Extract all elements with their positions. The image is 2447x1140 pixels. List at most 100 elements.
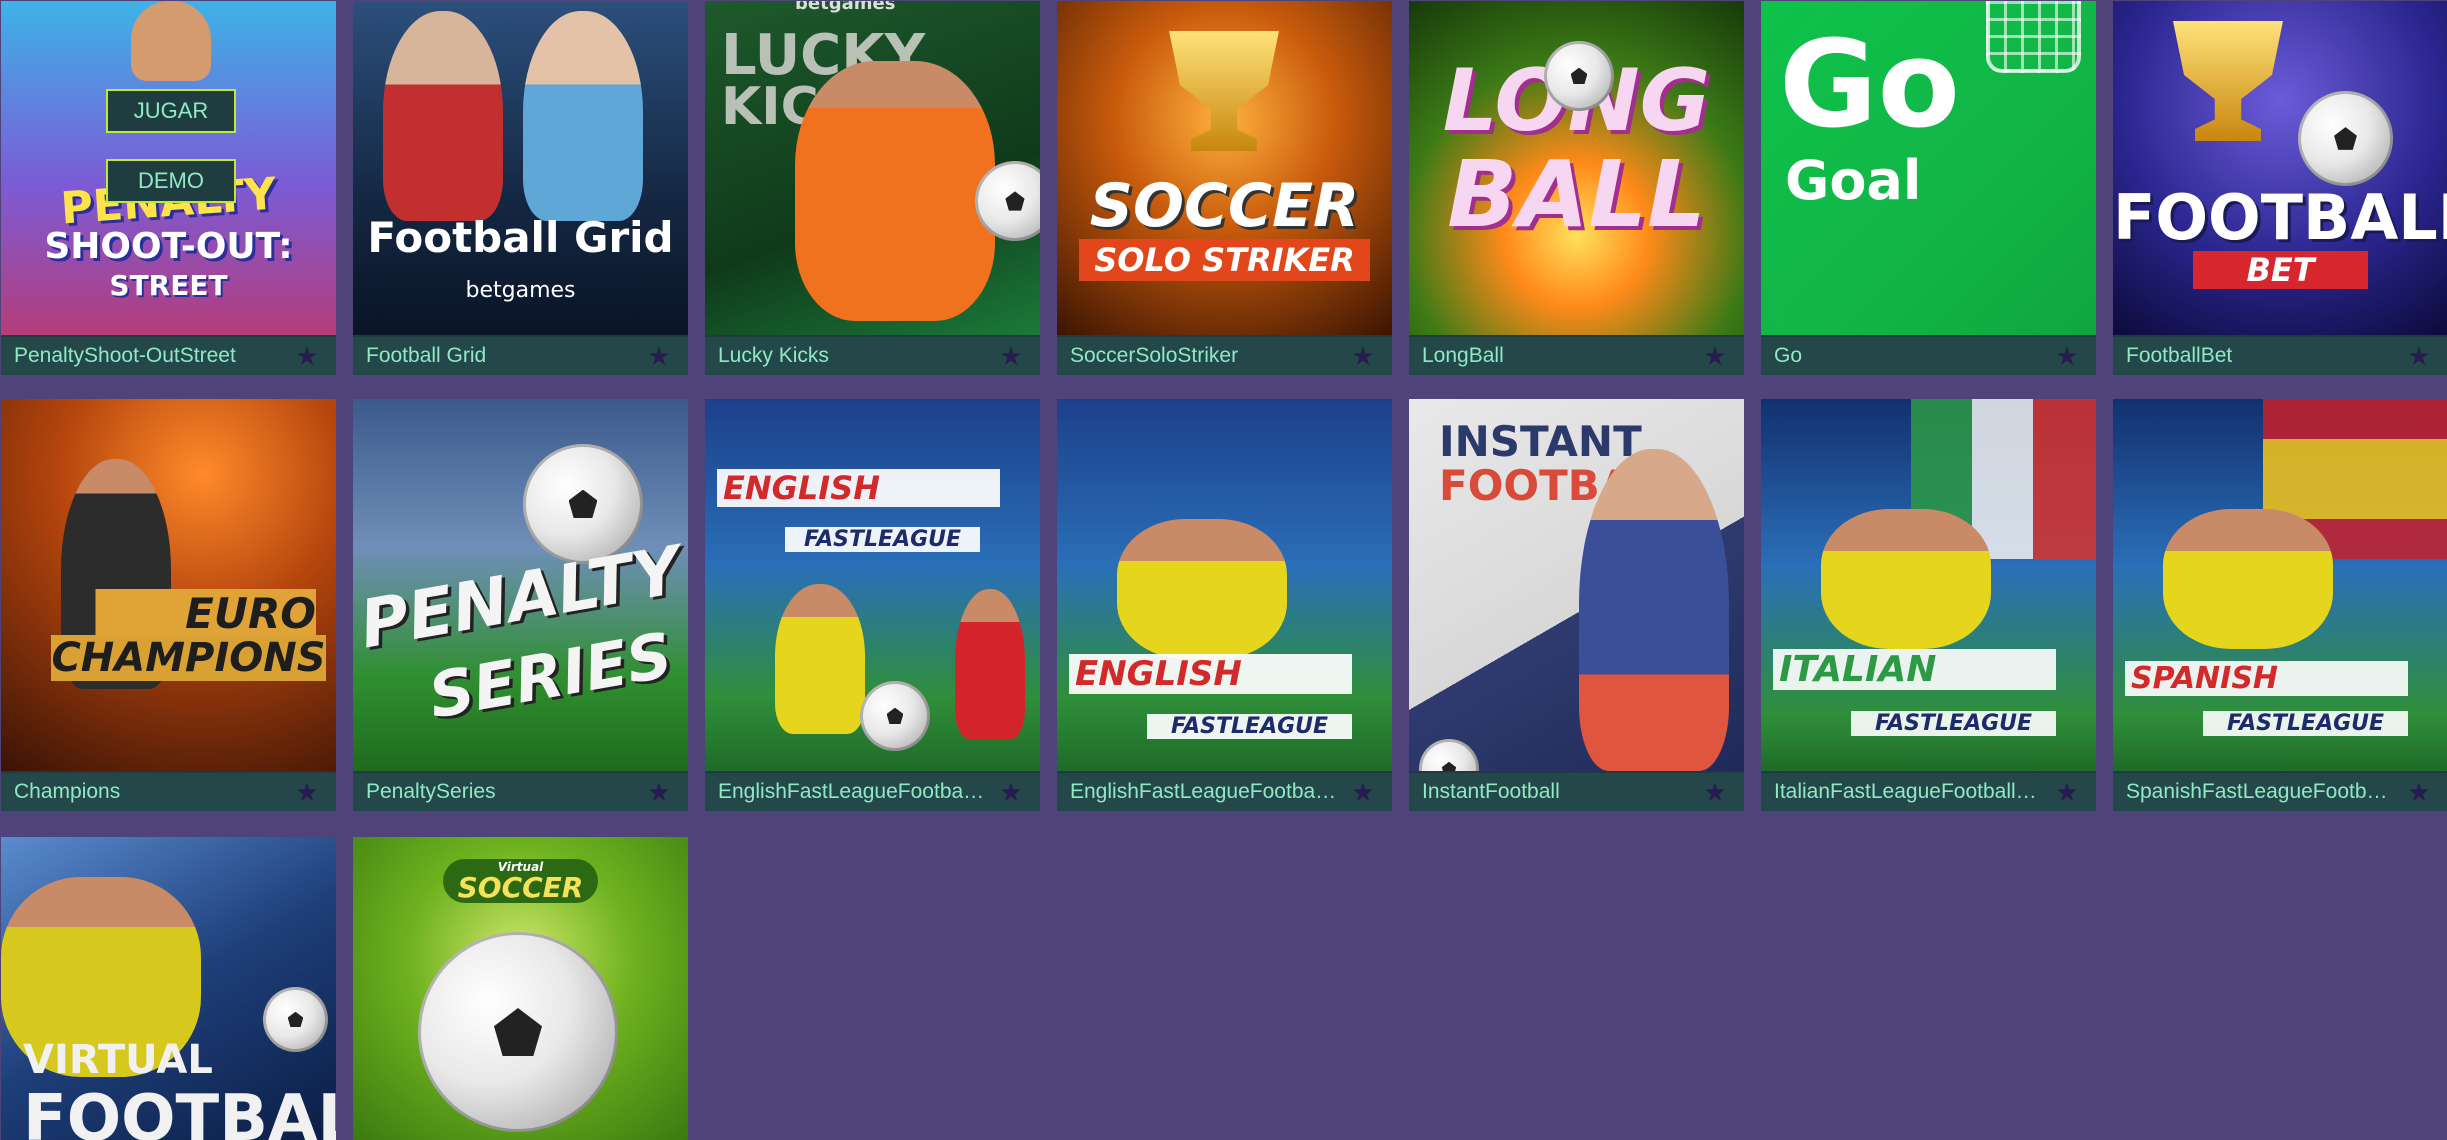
player-figure	[1821, 509, 1991, 649]
game-label-bar: SpanishFastLeagueFootb… ★	[2113, 773, 2447, 811]
game-art-title: SPANISH	[2125, 661, 2408, 696]
game-thumbnail[interactable]: SPANISH FASTLEAGUE	[2113, 399, 2447, 771]
game-thumbnail[interactable]: ENGLISH FASTLEAGUE	[1057, 399, 1392, 771]
game-label-bar: FootballBet ★	[2113, 337, 2447, 375]
game-card-virtual-soccer[interactable]: Virtual SOCCER	[353, 837, 688, 1140]
game-art-title: SOCCER	[457, 871, 584, 904]
game-grid: PENALTY SHOOT-OUT: STREET JUGAR DEMO Pen…	[0, 0, 2447, 1140]
game-label-bar: PenaltySeries ★	[353, 773, 688, 811]
game-art-title: FOOTBALL	[2113, 181, 2447, 254]
demo-button[interactable]: DEMO	[106, 159, 236, 203]
game-thumbnail[interactable]: Football Grid betgames	[353, 1, 688, 335]
game-label-bar: Champions ★	[1, 773, 336, 811]
game-name: ItalianFastLeagueFootball…	[1774, 780, 2037, 803]
game-thumbnail[interactable]: Virtual SOCCER	[353, 837, 688, 1140]
game-thumbnail[interactable]: PENALTY SHOOT-OUT: STREET JUGAR DEMO	[1, 1, 336, 335]
game-art-subtitle: SHOOT-OUT:	[44, 226, 293, 267]
game-label-bar: EnglishFastLeagueFootbal… ★	[1057, 773, 1392, 811]
star-icon[interactable]: ★	[290, 775, 324, 809]
game-card-spanish-fast-league[interactable]: SPANISH FASTLEAGUE SpanishFastLeagueFoot…	[2113, 399, 2447, 811]
star-icon[interactable]: ★	[994, 339, 1028, 373]
ball-icon	[1419, 739, 1479, 771]
play-button[interactable]: JUGAR	[106, 89, 236, 133]
game-label-bar: Football Grid ★	[353, 337, 688, 375]
game-name: Champions	[14, 780, 121, 803]
game-label-bar: PenaltyShoot-OutStreet ★	[1, 337, 336, 375]
game-label-bar: EnglishFastLeagueFootbal… ★	[705, 773, 1040, 811]
game-thumbnail[interactable]: ENGLISH FASTLEAGUE	[705, 399, 1040, 771]
game-name: FootballBet	[2126, 344, 2233, 367]
star-icon[interactable]: ★	[1346, 339, 1380, 373]
game-card-penalty-series[interactable]: PENALTY SERIES PenaltySeries ★	[353, 399, 688, 811]
game-thumbnail[interactable]: INSTANT FOOTBALL	[1409, 399, 1744, 771]
game-card-english-fast-league-2[interactable]: ENGLISH FASTLEAGUE EnglishFastLeagueFoot…	[1057, 399, 1392, 811]
game-art-subtitle: SOLO STRIKER	[1079, 239, 1370, 281]
star-icon[interactable]: ★	[2402, 339, 2436, 373]
game-card-go[interactable]: Go Goal Go ★	[1761, 1, 2096, 375]
game-card-penalty-shootout-street[interactable]: PENALTY SHOOT-OUT: STREET JUGAR DEMO Pen…	[1, 1, 336, 375]
star-icon[interactable]: ★	[2402, 775, 2436, 809]
trophy-icon	[1169, 31, 1279, 151]
game-card-english-fast-league-1[interactable]: ENGLISH FASTLEAGUE EnglishFastLeagueFoot…	[705, 399, 1040, 811]
game-name: EnglishFastLeagueFootbal…	[718, 780, 988, 803]
game-art-subtitle: FASTLEAGUE	[1147, 714, 1352, 739]
game-label-bar: SoccerSoloStriker ★	[1057, 337, 1392, 375]
player-figure	[131, 1, 211, 81]
game-card-champions[interactable]: EURO CHAMPIONS Champions ★	[1, 399, 336, 811]
game-card-virtual-football[interactable]: VIRTUAL FOOTBALL	[1, 837, 336, 1140]
game-art-brand: betgames	[465, 278, 576, 303]
game-art-title: INSTANT	[1439, 417, 1642, 466]
star-icon[interactable]: ★	[2050, 339, 2084, 373]
star-icon[interactable]: ★	[290, 339, 324, 373]
game-thumbnail[interactable]: ITALIAN FASTLEAGUE	[1761, 399, 2096, 771]
game-card-lucky-kicks[interactable]: betgames LUCKY KICKS Lucky Kicks ★	[705, 1, 1040, 375]
star-icon[interactable]: ★	[1698, 339, 1732, 373]
game-label-bar: ItalianFastLeagueFootball… ★	[1761, 773, 2096, 811]
player-figure	[955, 589, 1025, 739]
game-name: Lucky Kicks	[718, 344, 829, 367]
game-thumbnail[interactable]: Go Goal	[1761, 1, 2096, 335]
player-figure	[1117, 519, 1287, 659]
game-art-subtitle: STREET	[109, 269, 228, 302]
game-card-football-grid[interactable]: Football Grid betgames Football Grid ★	[353, 1, 688, 375]
game-art-subtitle: FASTLEAGUE	[2203, 711, 2408, 736]
star-icon[interactable]: ★	[642, 339, 676, 373]
game-label-bar: LongBall ★	[1409, 337, 1744, 375]
ball-icon	[2298, 91, 2393, 186]
game-art-subtitle: FASTLEAGUE	[1851, 711, 2056, 736]
game-name: SoccerSoloStriker	[1070, 344, 1239, 367]
game-thumbnail[interactable]: betgames LUCKY KICKS	[705, 1, 1040, 335]
star-icon[interactable]: ★	[1346, 775, 1380, 809]
game-name: SpanishFastLeagueFootb…	[2126, 780, 2388, 803]
game-art-subtitle: BALL	[1447, 141, 1706, 248]
game-art-subtitle: FASTLEAGUE	[785, 527, 980, 552]
game-card-footballbet[interactable]: FOOTBALL BET FootballBet ★	[2113, 1, 2447, 375]
game-thumbnail[interactable]: FOOTBALL BET	[2113, 1, 2447, 335]
game-thumbnail[interactable]: EURO CHAMPIONS	[1, 399, 336, 771]
game-art-title: VIRTUAL	[23, 1037, 213, 1083]
ball-icon	[1544, 41, 1614, 111]
game-art-subtitle: CHAMPIONS	[51, 635, 326, 681]
game-art-title: SOCCER	[1089, 171, 1360, 241]
star-icon[interactable]: ★	[642, 775, 676, 809]
goal-net-icon	[1986, 1, 2081, 73]
game-art-subtitle: Goal	[1785, 149, 1922, 212]
game-thumbnail[interactable]: PENALTY SERIES	[353, 399, 688, 771]
game-thumbnail[interactable]: SOCCER SOLO STRIKER	[1057, 1, 1392, 335]
game-art-subtitle: BET	[2193, 251, 2368, 289]
game-thumbnail[interactable]: VIRTUAL FOOTBALL	[1, 837, 336, 1140]
game-card-italian-fast-league[interactable]: ITALIAN FASTLEAGUE ItalianFastLeagueFoot…	[1761, 399, 2096, 811]
game-art-title: EURO	[1, 589, 316, 638]
game-card-soccer-solo-striker[interactable]: SOCCER SOLO STRIKER SoccerSoloStriker ★	[1057, 1, 1392, 375]
star-icon[interactable]: ★	[2050, 775, 2084, 809]
game-name: EnglishFastLeagueFootbal…	[1070, 780, 1340, 803]
player-figure	[795, 61, 995, 321]
game-art-title: ENGLISH	[717, 469, 1000, 507]
star-icon[interactable]: ★	[994, 775, 1028, 809]
game-card-longball[interactable]: LONG BALL LongBall ★	[1409, 1, 1744, 375]
star-icon[interactable]: ★	[1698, 775, 1732, 809]
game-card-instant-football[interactable]: INSTANT FOOTBALL InstantFootball ★	[1409, 399, 1744, 811]
game-art-brand: betgames	[795, 1, 896, 14]
game-thumbnail[interactable]: LONG BALL	[1409, 1, 1744, 335]
trophy-icon	[2173, 21, 2283, 141]
